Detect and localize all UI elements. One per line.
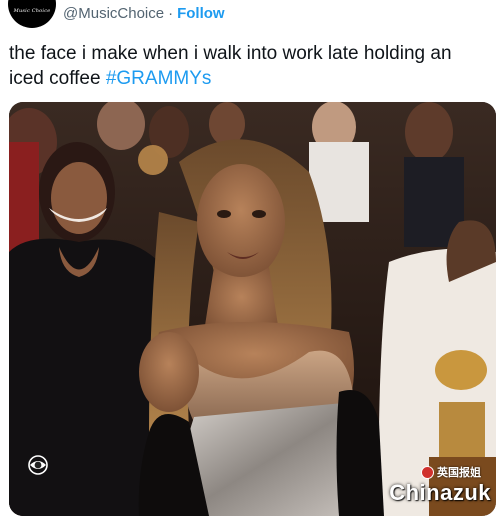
hashtag-link[interactable]: #GRAMMYs <box>106 68 212 89</box>
follow-button[interactable]: Follow <box>177 5 225 22</box>
watermark-large-text: Chinazuk <box>389 480 491 505</box>
avatar[interactable]: Music Choice <box>8 0 56 28</box>
tweet-header: Music Choice @MusicChoice · Follow <box>0 0 499 28</box>
watermark-small: 英国报姐 <box>421 464 481 480</box>
watermark-small-text: 英国报姐 <box>437 467 481 479</box>
avatar-logo-text: Music Choice <box>13 8 51 14</box>
cbs-eye-icon <box>28 455 48 475</box>
author-handle[interactable]: @MusicChoice <box>63 5 164 22</box>
photo-illustration <box>9 102 496 516</box>
tweet-body: the face i make when i walk into work la… <box>9 43 452 89</box>
author-row: @MusicChoice · Follow <box>63 4 225 22</box>
separator-dot: · <box>168 4 174 22</box>
watermark-logo-icon <box>421 465 434 479</box>
tweet-media-image[interactable] <box>9 102 496 516</box>
tweet-text: the face i make when i walk into work la… <box>9 41 489 91</box>
watermark: 英国报姐 Chinazuk <box>389 465 491 506</box>
